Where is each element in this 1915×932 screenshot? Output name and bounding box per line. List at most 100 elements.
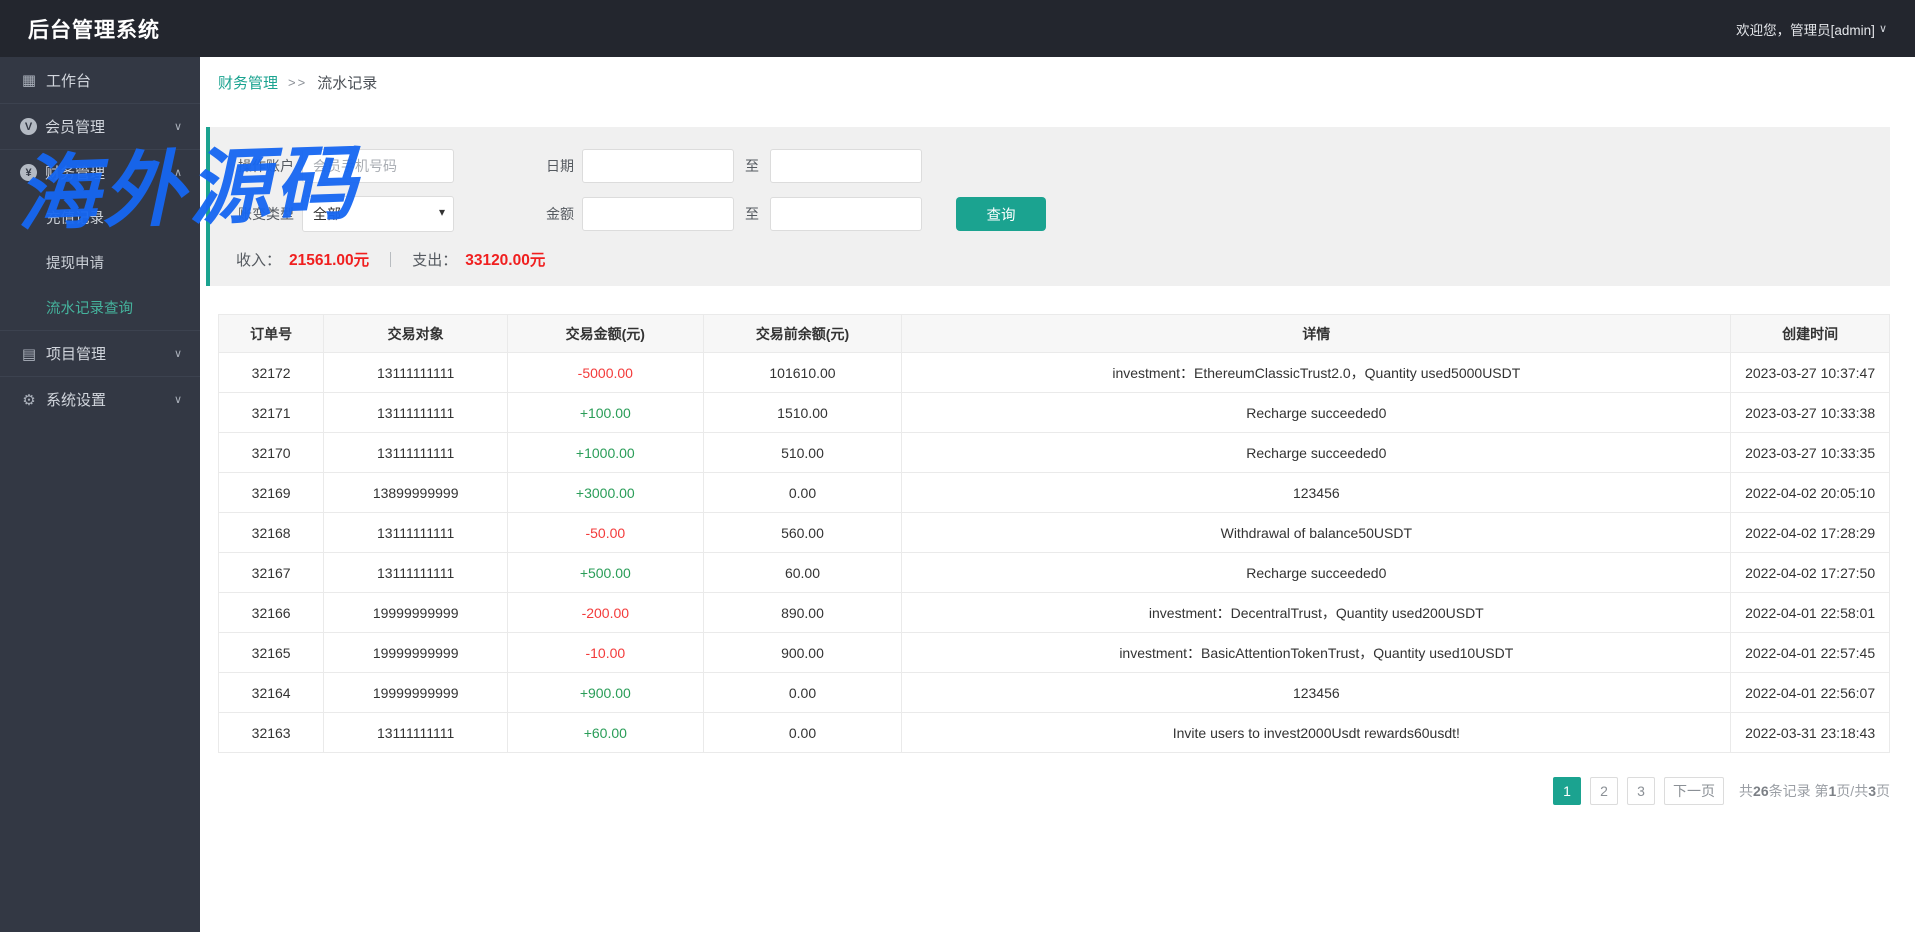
breadcrumb-separator: >>: [288, 74, 308, 90]
page-button[interactable]: 1: [1553, 777, 1582, 805]
expense-value: 33120.00元: [465, 252, 546, 269]
created-at-cell: 2022-04-02 17:27:50: [1730, 552, 1890, 593]
amount-cell: +100.00: [507, 392, 704, 433]
next-page-button[interactable]: 下一页: [1664, 777, 1725, 805]
counterparty-cell: 13111111111: [323, 712, 509, 753]
date-to-input[interactable]: [770, 149, 922, 183]
sidebar-item-settings[interactable]: ⚙ 系统设置 ∨: [0, 376, 200, 422]
details-cell: Recharge succeeded0: [901, 552, 1732, 593]
col-balance-before: 交易前余额(元): [702, 314, 903, 353]
sidebar-item-workbench[interactable]: ▦ 工作台: [0, 57, 200, 103]
totals-divider: ｜: [383, 251, 399, 269]
sidebar-item-recharge-records[interactable]: 充值记录: [0, 195, 200, 240]
filter-row-2: 账变类型 全部 ▾ 金额 至 查询: [222, 196, 1890, 232]
amount-from-input[interactable]: [582, 197, 734, 231]
details-cell: 123456: [901, 472, 1732, 513]
expense-label: 支出：: [412, 251, 458, 269]
chevron-up-icon: ∧: [173, 167, 182, 179]
col-details: 详情: [901, 314, 1732, 353]
welcome-text: 欢迎您，管理员[admin]: [1736, 22, 1875, 38]
sidebar-item-label: 财务管理: [45, 165, 106, 182]
chevron-down-icon: ∨: [1878, 23, 1887, 35]
col-order-id: 订单号: [217, 314, 325, 353]
chevron-down-icon: ∨: [173, 394, 182, 406]
order-id-cell: 32170: [217, 432, 325, 473]
table-row: 32169 13899999999 +3000.00 0.00 123456 2…: [217, 472, 1890, 513]
totals-summary: 收入： 21561.00元 ｜ 支出： 33120.00元: [222, 248, 1890, 270]
gear-icon: ⚙: [22, 391, 36, 409]
account-label: 操作账户: [238, 158, 294, 174]
order-id-cell: 32169: [217, 472, 325, 513]
account-input[interactable]: [302, 149, 454, 183]
created-at-cell: 2022-03-31 23:18:43: [1730, 712, 1890, 753]
sidebar-item-transaction-records[interactable]: 流水记录查询: [0, 285, 200, 330]
sidebar-item-finance[interactable]: ¥ 财务管理 ∧: [0, 149, 200, 195]
pagination: 1 2 3 下一页 共26条记录 第1页/共3页: [200, 777, 1890, 805]
order-id-cell: 32163: [217, 712, 325, 753]
amount-cell: +1000.00: [507, 432, 704, 473]
details-cell: investment：BasicAttentionTokenTrust，Quan…: [901, 632, 1732, 673]
table-row: 32168 13111111111 -50.00 560.00 Withdraw…: [217, 512, 1890, 553]
counterparty-cell: 13111111111: [323, 392, 509, 433]
details-cell: Recharge succeeded0: [901, 432, 1732, 473]
counterparty-cell: 13111111111: [323, 352, 509, 393]
amount-to-label: 至: [745, 206, 759, 222]
created-at-cell: 2023-03-27 10:33:38: [1730, 392, 1890, 433]
records-table: 订单号 交易对象 交易金额(元) 交易前余额(元) 详情 创建时间 32172 …: [217, 314, 1890, 753]
balance-cell: 890.00: [702, 592, 903, 633]
chevron-down-icon: ∨: [173, 121, 182, 133]
user-menu[interactable]: 欢迎您，管理员[admin] ∨: [1736, 19, 1887, 39]
breadcrumb-parent[interactable]: 财务管理: [218, 72, 278, 93]
page-button[interactable]: 3: [1627, 777, 1656, 805]
chevron-down-icon: ∨: [173, 348, 182, 360]
amount-cell: -5000.00: [507, 352, 704, 393]
table-header-row: 订单号 交易对象 交易金额(元) 交易前余额(元) 详情 创建时间: [217, 314, 1890, 353]
balance-cell: 0.00: [702, 672, 903, 713]
page-button[interactable]: 2: [1590, 777, 1619, 805]
details-cell: Recharge succeeded0: [901, 392, 1732, 433]
filter-row-1: 操作账户 日期 至: [222, 149, 1890, 183]
order-id-cell: 32166: [217, 592, 325, 633]
created-at-cell: 2022-04-01 22:58:01: [1730, 592, 1890, 633]
col-counterparty: 交易对象: [323, 314, 509, 353]
main-content: 财务管理 >> 流水记录 操作账户 日期 至 账变类型 全部 ▾: [200, 57, 1915, 932]
details-cell: 123456: [901, 672, 1732, 713]
change-type-label: 账变类型: [238, 206, 294, 222]
search-button[interactable]: 查询: [956, 197, 1046, 231]
sidebar-item-members[interactable]: V 会员管理 ∨: [0, 103, 200, 149]
counterparty-cell: 13899999999: [323, 472, 509, 513]
amount-cell: +60.00: [507, 712, 704, 753]
table-row: 32171 13111111111 +100.00 1510.00 Rechar…: [217, 392, 1890, 433]
details-cell: Withdrawal of balance50USDT: [901, 512, 1732, 553]
date-to-label: 至: [745, 158, 759, 174]
amount-to-input[interactable]: [770, 197, 922, 231]
balance-cell: 101610.00: [702, 352, 903, 393]
sidebar: ▦ 工作台 V 会员管理 ∨ ¥ 财务管理 ∧ 充值记录 提现申请 流水记录查询…: [0, 57, 200, 932]
amount-cell: +3000.00: [507, 472, 704, 513]
order-id-cell: 32171: [217, 392, 325, 433]
finance-submenu: 充值记录 提现申请 流水记录查询: [0, 195, 200, 330]
breadcrumb: 财务管理 >> 流水记录: [200, 57, 1915, 107]
amount-cell: +500.00: [507, 552, 704, 593]
sidebar-item-label: 系统设置: [46, 392, 107, 409]
sidebar-item-label: 会员管理: [45, 119, 106, 136]
details-cell: Invite users to invest2000Usdt rewards60…: [901, 712, 1732, 753]
balance-cell: 0.00: [702, 472, 903, 513]
date-from-input[interactable]: [582, 149, 734, 183]
created-at-cell: 2023-03-27 10:37:47: [1730, 352, 1890, 393]
date-label: 日期: [546, 158, 574, 174]
top-header: 后台管理系统 欢迎您，管理员[admin] ∨: [0, 0, 1915, 57]
balance-cell: 1510.00: [702, 392, 903, 433]
sidebar-item-withdraw-requests[interactable]: 提现申请: [0, 240, 200, 285]
change-type-select[interactable]: 全部: [302, 196, 454, 232]
income-label: 收入：: [236, 251, 282, 269]
filter-panel: 操作账户 日期 至 账变类型 全部 ▾ 金额 至 查询: [206, 127, 1890, 286]
table-row: 32167 13111111111 +500.00 60.00 Recharge…: [217, 552, 1890, 593]
dashboard-icon: ▦: [21, 72, 37, 89]
created-at-cell: 2022-04-02 17:28:29: [1730, 512, 1890, 553]
balance-cell: 0.00: [702, 712, 903, 753]
sidebar-item-projects[interactable]: ▤ 项目管理 ∨: [0, 330, 200, 376]
table-row: 32164 19999999999 +900.00 0.00 123456 20…: [217, 672, 1890, 713]
amount-label: 金额: [546, 206, 574, 222]
counterparty-cell: 19999999999: [323, 672, 509, 713]
